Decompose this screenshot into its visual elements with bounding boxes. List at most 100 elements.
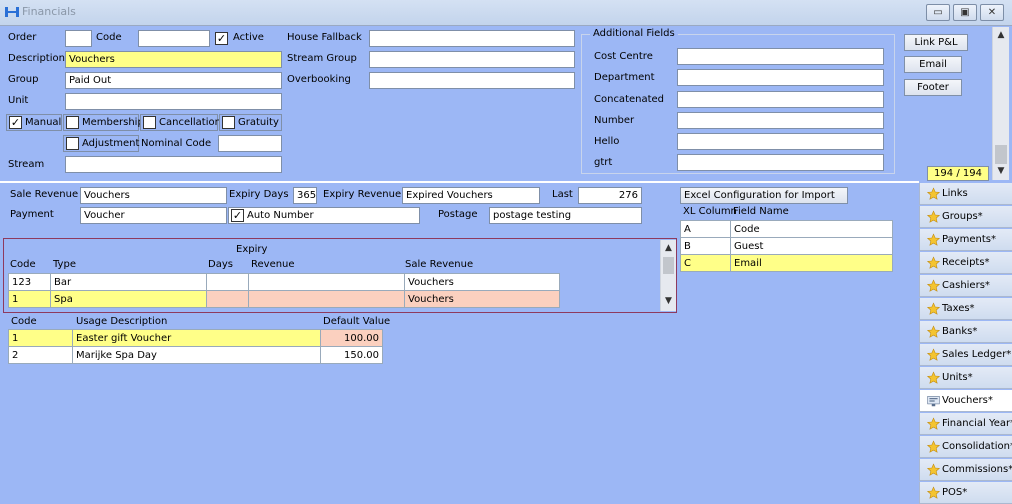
scroll-down-icon[interactable]: ▼ [993, 166, 1009, 176]
order-field[interactable] [65, 30, 92, 47]
usage-code-cell[interactable]: 1 [8, 329, 73, 347]
tab-cashiers[interactable]: Cashiers* [919, 275, 1012, 297]
tab-consolidation[interactable]: Consolidation* [919, 436, 1012, 458]
xl-column-cell[interactable]: C [680, 254, 731, 272]
field-name-header: Field Name [733, 206, 789, 217]
type-revenue-cell[interactable] [248, 290, 405, 308]
tab-units[interactable]: Units* [919, 367, 1012, 389]
postage-field[interactable]: postage testing [489, 207, 642, 224]
email-button[interactable]: Email [904, 56, 962, 73]
type-days-cell[interactable] [206, 273, 249, 291]
auto-number-checkbox[interactable]: ✓ [231, 209, 244, 222]
cost-centre-label: Cost Centre [594, 51, 653, 62]
usage-description-header: Usage Description [76, 316, 168, 327]
membership-checkbox[interactable] [66, 116, 79, 129]
auto-number-option[interactable]: ✓ Auto Number [228, 207, 420, 224]
type-name-cell[interactable]: Spa [50, 290, 207, 308]
type-days-cell[interactable] [206, 290, 249, 308]
table-row[interactable]: B Guest [680, 237, 893, 255]
tab-sales-ledger[interactable]: Sales Ledger* [919, 344, 1012, 366]
expiry-days-field[interactable]: 365 [293, 187, 317, 204]
type-name-cell[interactable]: Bar [50, 273, 207, 291]
membership-option[interactable]: Membership [63, 114, 144, 131]
table-row[interactable]: C Email [680, 254, 893, 272]
maximize-button[interactable]: ▣ [953, 4, 977, 21]
types-scrollbar-thumb[interactable] [663, 257, 674, 274]
gratuity-option[interactable]: Gratuity [219, 114, 282, 131]
gratuity-checkbox[interactable] [222, 116, 235, 129]
cancellation-option[interactable]: Cancellation [140, 114, 221, 131]
usage-description-cell[interactable]: Marijke Spa Day [72, 346, 321, 364]
tab-commissions[interactable]: Commissions* [919, 459, 1012, 481]
tab-taxes[interactable]: Taxes* [919, 298, 1012, 320]
type-sale-revenue-cell[interactable]: Vouchers [404, 273, 560, 291]
tab-groups[interactable]: Groups* [919, 206, 1012, 228]
description-field[interactable]: Vouchers [65, 51, 282, 68]
cancellation-checkbox[interactable] [143, 116, 156, 129]
tab-banks[interactable]: Banks* [919, 321, 1012, 343]
type-code-cell[interactable]: 1 [8, 290, 51, 308]
stream-group-field[interactable] [369, 51, 575, 68]
table-row[interactable]: 1 Easter gift Voucher 100.00 [8, 329, 383, 347]
types-scrollbar[interactable]: ▲ ▼ [660, 240, 676, 311]
types-scroll-up-icon[interactable]: ▲ [661, 243, 676, 253]
xl-field-cell[interactable]: Guest [730, 237, 893, 255]
usage-description-cell[interactable]: Easter gift Voucher [72, 329, 321, 347]
type-sale-revenue-cell[interactable]: Vouchers [404, 290, 560, 308]
tab-links[interactable]: Links [919, 183, 1012, 205]
table-row[interactable]: 1 Spa Vouchers [8, 290, 560, 308]
adjustment-option[interactable]: Adjustment [63, 135, 139, 152]
code-field[interactable] [138, 30, 210, 47]
usage-code-cell[interactable]: 2 [8, 346, 73, 364]
hello-field[interactable] [677, 133, 884, 150]
tab-financial-year[interactable]: Financial Year* [919, 413, 1012, 435]
xl-column-cell[interactable]: A [680, 220, 731, 238]
top-scrollbar[interactable]: ▲ ▼ [992, 27, 1009, 180]
minimize-button[interactable]: ▭ [926, 4, 950, 21]
adjustment-checkbox[interactable] [66, 137, 79, 150]
tab-vouchers[interactable]: Vouchers* [919, 390, 1012, 412]
usage-default-cell[interactable]: 150.00 [320, 346, 383, 364]
description-label: Description [8, 53, 65, 64]
type-code-cell[interactable]: 123 [8, 273, 51, 291]
active-checkbox[interactable]: ✓ [215, 32, 228, 45]
group-field[interactable]: Paid Out [65, 72, 282, 89]
xl-column-cell[interactable]: B [680, 237, 731, 255]
xl-field-cell[interactable]: Code [730, 220, 893, 238]
types-scroll-down-icon[interactable]: ▼ [661, 296, 676, 306]
table-row[interactable]: A Code [680, 220, 893, 238]
house-fallback-label: House Fallback [287, 32, 362, 43]
manual-checkbox[interactable]: ✓ [9, 116, 22, 129]
usage-default-cell[interactable]: 100.00 [320, 329, 383, 347]
unit-field[interactable] [65, 93, 282, 110]
payment-field[interactable]: Voucher [80, 207, 227, 224]
house-fallback-field[interactable] [369, 30, 575, 47]
close-button[interactable]: ✕ [980, 4, 1004, 21]
type-revenue-cell[interactable] [248, 273, 405, 291]
tab-pos[interactable]: POS* [919, 482, 1012, 504]
xl-field-cell[interactable]: Email [730, 254, 893, 272]
link-pl-button[interactable]: Link P&L [904, 34, 968, 51]
tab-receipts[interactable]: Receipts* [919, 252, 1012, 274]
expiry-revenue-field[interactable]: Expired Vouchers [402, 187, 540, 204]
star-icon [926, 371, 941, 385]
scrollbar-thumb[interactable] [995, 145, 1007, 164]
department-field[interactable] [677, 69, 884, 86]
gtrt-field[interactable] [677, 154, 884, 171]
sale-revenue-field[interactable]: Vouchers [80, 187, 227, 204]
auto-number-label: Auto Number [247, 210, 314, 221]
last-field[interactable]: 276 [578, 187, 642, 204]
manual-option[interactable]: ✓ Manual [6, 114, 62, 131]
footer-button[interactable]: Footer [904, 79, 962, 96]
table-row[interactable]: 123 Bar Vouchers [8, 273, 560, 291]
concatenated-field[interactable] [677, 91, 884, 108]
cost-centre-field[interactable] [677, 48, 884, 65]
excel-config-button[interactable]: Excel Configuration for Import [680, 187, 848, 204]
nominal-code-field[interactable] [218, 135, 282, 152]
table-row[interactable]: 2 Marijke Spa Day 150.00 [8, 346, 383, 364]
overbooking-field[interactable] [369, 72, 575, 89]
stream-field[interactable] [65, 156, 282, 173]
scroll-up-icon[interactable]: ▲ [993, 30, 1009, 40]
number-field[interactable] [677, 112, 884, 129]
tab-payments[interactable]: Payments* [919, 229, 1012, 251]
